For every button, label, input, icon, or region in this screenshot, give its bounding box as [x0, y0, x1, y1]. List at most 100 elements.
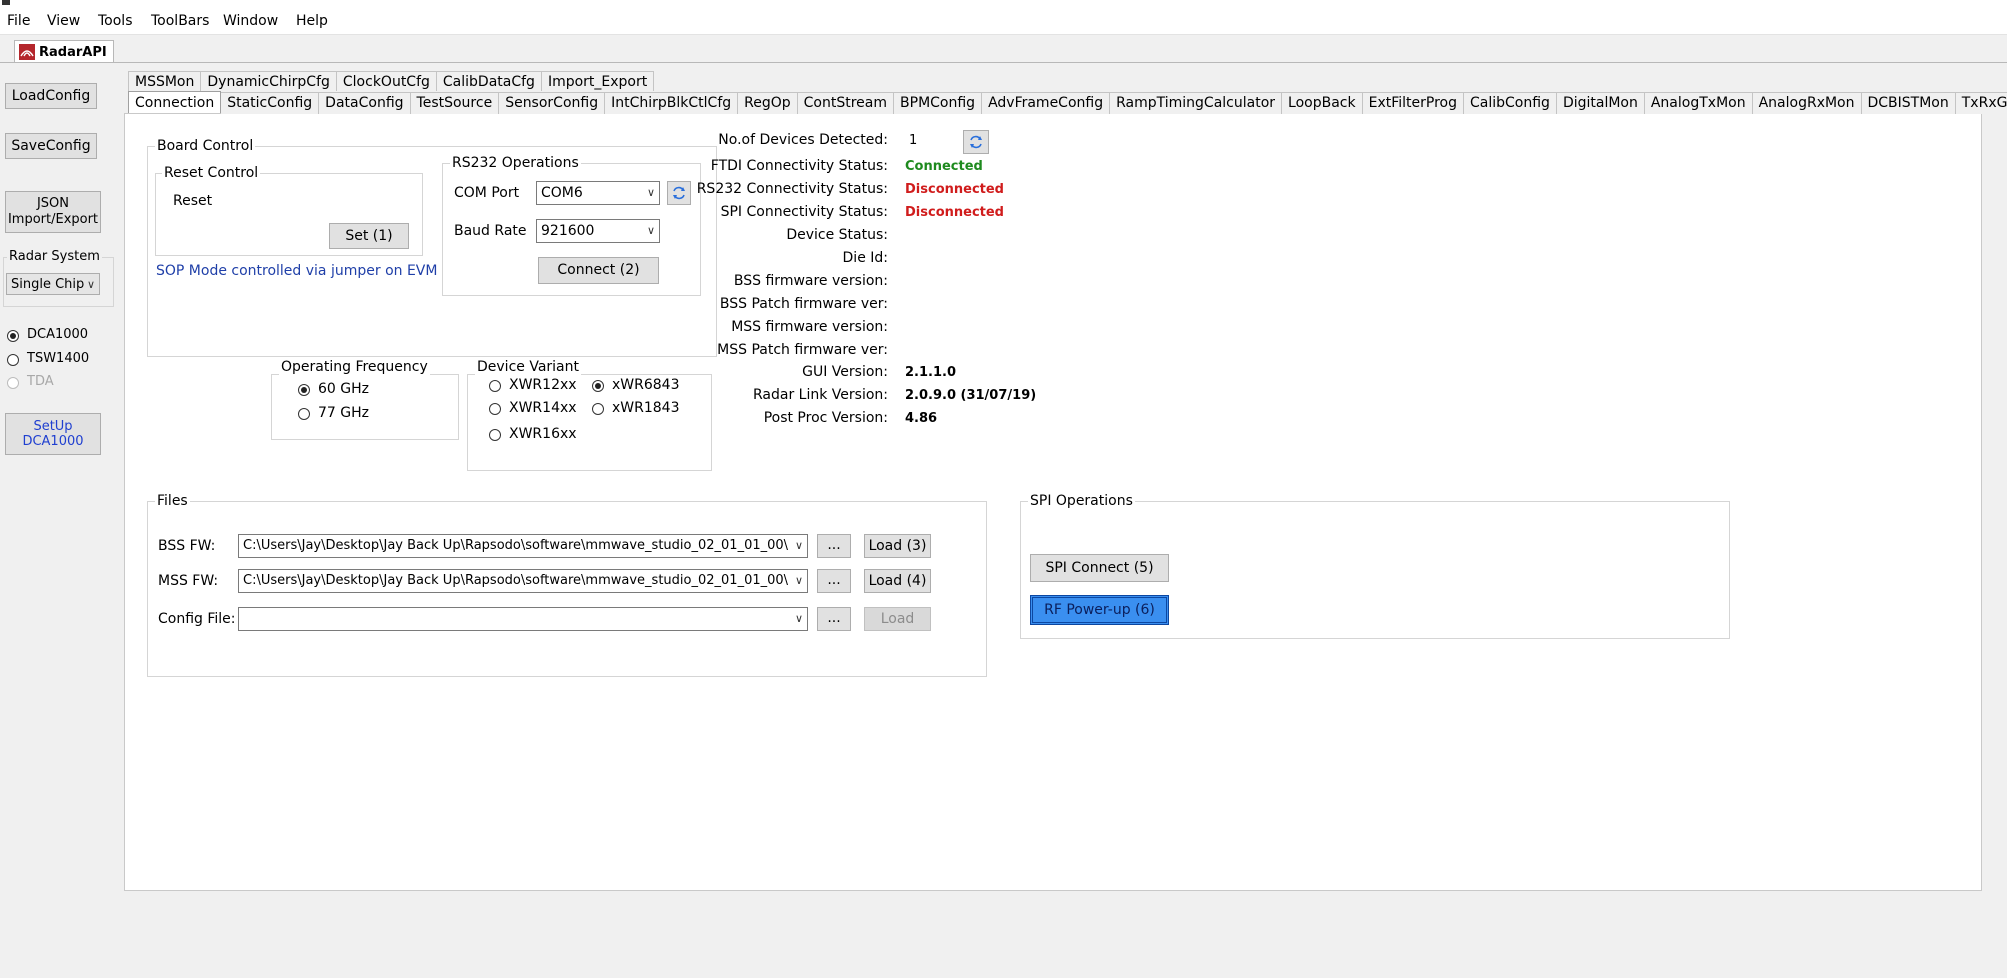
variant-xwr14xx-radio[interactable]	[489, 403, 501, 415]
com-port-refresh-button[interactable]	[667, 181, 691, 205]
variant-xwr16xx-radio[interactable]	[489, 429, 501, 441]
tsw1400-label: TSW1400	[27, 351, 90, 366]
save-config-button[interactable]: SaveConfig	[5, 133, 97, 159]
tab-bpmconfig[interactable]: BPMConfig	[893, 92, 983, 114]
spi-connect-button[interactable]: SPI Connect (5)	[1030, 554, 1169, 582]
tsw1400-radio[interactable]	[7, 354, 19, 366]
json-button-line1: JSON	[36, 196, 70, 211]
radar-system-select[interactable]: Single Chip ∨	[6, 273, 100, 295]
bss-fw-load-button[interactable]: Load (3)	[864, 534, 931, 558]
variant-xwr6843-label: xWR6843	[612, 377, 680, 393]
mss-fw-browse-button[interactable]: ...	[817, 569, 851, 593]
tab-ramptimingcalculator[interactable]: RampTimingCalculator	[1109, 92, 1283, 114]
operating-frequency-title: Operating Frequency	[279, 359, 430, 375]
tab-sensorconfig[interactable]: SensorConfig	[498, 92, 606, 114]
variant-xwr12xx-label: XWR12xx	[509, 377, 577, 393]
config-file-browse-button[interactable]: ...	[817, 607, 851, 631]
dca1000-radio[interactable]	[7, 330, 19, 342]
menu-file[interactable]: File	[7, 13, 30, 29]
menu-window[interactable]: Window	[223, 13, 278, 29]
tab-calibconfig[interactable]: CalibConfig	[1462, 92, 1557, 114]
menu-bar: File View Tools ToolBars Window Help	[0, 8, 2007, 35]
rs232-operations-title: RS232 Operations	[450, 155, 581, 171]
devices-detected-label: No.of Devices Detected:	[718, 132, 888, 148]
bss-fw-version-label: BSS firmware version:	[733, 273, 888, 289]
tab-contstream[interactable]: ContStream	[796, 92, 895, 114]
tab-digitalmon[interactable]: DigitalMon	[1555, 92, 1645, 114]
config-file-select[interactable]: ∨	[238, 607, 808, 631]
freq-60ghz-label: 60 GHz	[318, 381, 369, 397]
json-import-export-button[interactable]: JSON Import/Export	[5, 191, 101, 233]
radar-system-value: Single Chip	[11, 277, 85, 292]
window-title-strip	[0, 0, 2007, 8]
radar-system-label: Radar System	[7, 249, 102, 264]
freq-60ghz-radio[interactable]	[298, 384, 310, 396]
variant-xwr14xx-label: XWR14xx	[509, 400, 577, 416]
tab-intchirpblkctlcfg[interactable]: IntChirpBlkCtlCfg	[604, 92, 739, 114]
gui-version-label: GUI Version:	[802, 364, 888, 380]
variant-xwr6843-radio[interactable]	[592, 380, 604, 392]
tda-label: TDA	[27, 374, 54, 389]
tab-staticconfig[interactable]: StaticConfig	[220, 92, 320, 114]
freq-77ghz-radio[interactable]	[298, 408, 310, 420]
tab-clockoutcfg[interactable]: ClockOutCfg	[335, 71, 437, 91]
set-reset-button[interactable]: Set (1)	[329, 223, 409, 249]
mss-fw-load-button[interactable]: Load (4)	[864, 569, 931, 593]
bss-fw-path-value: C:\Users\Jay\Desktop\Jay Back Up\Rapsodo…	[243, 538, 789, 553]
menu-view[interactable]: View	[47, 13, 80, 29]
post-proc-version-value: 4.86	[905, 411, 938, 426]
radar-link-version-label: Radar Link Version:	[753, 387, 888, 403]
menu-help[interactable]: Help	[296, 13, 328, 29]
tab-import-export[interactable]: Import_Export	[540, 71, 655, 91]
connect-button[interactable]: Connect (2)	[538, 257, 659, 284]
tab-advframeconfig[interactable]: AdvFrameConfig	[981, 92, 1111, 114]
tab-dcbistmon[interactable]: DCBISTMon	[1860, 92, 1956, 114]
menu-tools[interactable]: Tools	[98, 13, 133, 29]
spi-status-label: SPI Connectivity Status:	[720, 204, 888, 220]
tda-radio[interactable]	[7, 377, 19, 389]
tab-connection[interactable]: Connection	[128, 91, 222, 113]
variant-xwr12xx-radio[interactable]	[489, 380, 501, 392]
config-file-load-button[interactable]: Load	[864, 607, 931, 631]
tab-txrxgaintemp[interactable]: TxRxGainTemp	[1954, 92, 2007, 114]
mss-fw-path-value: C:\Users\Jay\Desktop\Jay Back Up\Rapsodo…	[243, 573, 789, 588]
tab-analogtxmon[interactable]: AnalogTxMon	[1643, 92, 1753, 114]
devices-refresh-button[interactable]	[963, 130, 989, 154]
reset-control-title: Reset Control	[162, 165, 261, 181]
chevron-down-icon: ∨	[792, 570, 803, 592]
menu-toolbars[interactable]: ToolBars	[151, 13, 209, 29]
tab-extfilterprog[interactable]: ExtFilterProg	[1361, 92, 1464, 114]
spi-status-value: Disconnected	[905, 205, 1004, 220]
spi-operations-title: SPI Operations	[1028, 493, 1135, 509]
mss-patch-version-label: MSS Patch firmware ver:	[717, 342, 888, 358]
chevron-down-icon: ∨	[794, 612, 803, 625]
bss-fw-path-select[interactable]: C:\Users\Jay\Desktop\Jay Back Up\Rapsodo…	[238, 534, 808, 558]
tab-dataconfig[interactable]: DataConfig	[318, 92, 411, 114]
tab-testsource[interactable]: TestSource	[409, 92, 500, 114]
load-config-button[interactable]: LoadConfig	[5, 83, 97, 109]
setup-dca1000-button[interactable]: SetUp DCA1000	[5, 413, 101, 455]
variant-xwr1843-radio[interactable]	[592, 403, 604, 415]
bss-fw-browse-button[interactable]: ...	[817, 534, 851, 558]
die-id-label: Die Id:	[842, 250, 888, 266]
tab-analogrxmon[interactable]: AnalogRxMon	[1751, 92, 1862, 114]
tab-row-lower: Connection StaticConfig DataConfig TestS…	[128, 91, 2007, 114]
mss-fw-version-label: MSS firmware version:	[731, 319, 888, 335]
rs232-status-label: RS232 Connectivity Status:	[696, 181, 888, 197]
rf-powerup-button[interactable]: RF Power-up (6)	[1030, 595, 1169, 625]
ftdi-status-value: Connected	[905, 159, 983, 174]
tab-calibdatacfg[interactable]: CalibDataCfg	[435, 71, 542, 91]
app-tab-radarapi[interactable]: RadarAPI	[14, 40, 114, 63]
tab-mssmon[interactable]: MSSMon	[128, 71, 202, 91]
chevron-down-icon: ∨	[646, 186, 655, 199]
mss-fw-label: MSS FW:	[158, 573, 219, 589]
com-port-select[interactable]: COM6 ∨	[536, 181, 660, 205]
tab-regop[interactable]: RegOp	[737, 92, 798, 114]
app-tab-underline	[0, 62, 2007, 63]
tab-loopback[interactable]: LoopBack	[1281, 92, 1363, 114]
freq-77ghz-label: 77 GHz	[318, 405, 369, 421]
mss-fw-path-select[interactable]: C:\Users\Jay\Desktop\Jay Back Up\Rapsodo…	[238, 569, 808, 593]
tab-dynamicchirpcfg[interactable]: DynamicChirpCfg	[200, 71, 337, 91]
variant-xwr1843-label: xWR1843	[612, 400, 680, 416]
baud-rate-select[interactable]: 921600 ∨	[536, 219, 660, 243]
